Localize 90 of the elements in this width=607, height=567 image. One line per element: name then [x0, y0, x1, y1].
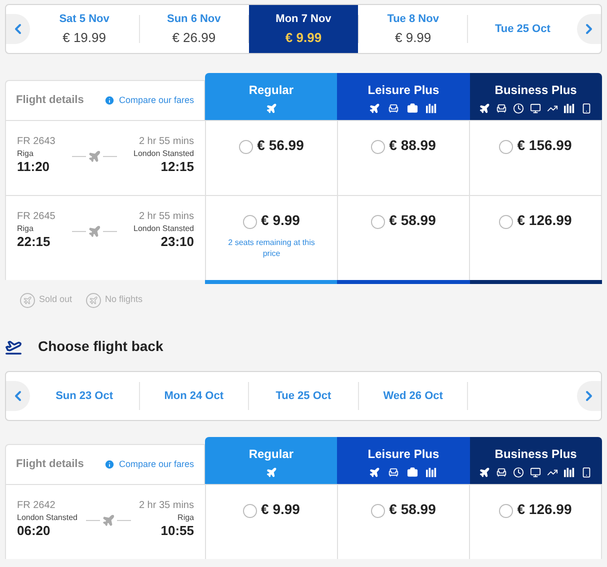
chart-icon: [547, 103, 558, 114]
flight-duration: 2 hr 55 mins: [138, 212, 194, 222]
departure-time: 06:20: [17, 524, 52, 537]
fare-name: Regular: [248, 446, 294, 463]
radio-button[interactable]: [243, 215, 258, 229]
clock-icon: [513, 467, 524, 478]
fare-name: Leisure Plus: [368, 446, 440, 463]
date-tab[interactable]: Wed 26 Oct: [358, 372, 468, 420]
clock-icon: [513, 103, 524, 114]
briefcase-icon: [407, 467, 418, 478]
plane-icon: [88, 225, 101, 238]
section-heading: Choose flight back: [38, 336, 164, 356]
plane-icon: [369, 467, 380, 478]
departure-time: 11:20: [17, 160, 51, 173]
radio-button[interactable]: [371, 140, 386, 154]
info-icon: [104, 95, 115, 106]
chart-icon: [547, 467, 558, 478]
arrival-time: 12:15: [160, 160, 194, 173]
fare-option[interactable]: € 58.99: [371, 210, 436, 231]
origin-city: Riga: [17, 150, 34, 158]
date-tab[interactable]: Mon 24 Oct: [140, 372, 248, 420]
plane-icon: [88, 150, 101, 163]
radio-button[interactable]: [371, 504, 386, 518]
plane-icon: [102, 514, 115, 527]
no-flights-icon: [86, 292, 102, 308]
monitor-icon: [530, 103, 542, 114]
destination-city: Riga: [178, 514, 194, 522]
seat-icon: [496, 103, 508, 114]
fare-name: Business Plus: [494, 446, 577, 463]
date-tab[interactable]: Sat 5 Nov € 19.99: [30, 5, 139, 53]
flight-number: FR 2642: [17, 501, 56, 511]
plane-icon: [369, 103, 380, 114]
arrival-time: 23:10: [160, 235, 194, 248]
origin-city: London Stansted: [17, 514, 78, 522]
fare-option[interactable]: € 126.99: [499, 499, 572, 520]
radio-button[interactable]: [499, 140, 514, 154]
destination-city: London Stansted: [134, 225, 194, 233]
date-tab[interactable]: Tue 8 Nov € 9.99: [358, 5, 468, 53]
flight-duration: 2 hr 55 mins: [138, 137, 194, 147]
seat-icon: [496, 467, 508, 478]
radio-button[interactable]: [371, 215, 386, 229]
flight-number: FR 2643: [17, 137, 56, 147]
next-button[interactable]: [577, 14, 601, 44]
fare-option[interactable]: € 9.99: [243, 499, 300, 520]
flight-details-label: Flight details: [16, 93, 84, 108]
previous-button[interactable]: [6, 381, 30, 411]
fare-name: Regular: [248, 82, 294, 99]
plane-icon: [479, 103, 490, 114]
radio-button[interactable]: [243, 504, 258, 518]
fare-option[interactable]: € 126.99: [499, 210, 572, 231]
radio-button[interactable]: [499, 215, 514, 229]
fare-option[interactable]: € 9.99: [243, 210, 300, 231]
departure-time: 22:15: [17, 235, 52, 248]
fare-option[interactable]: € 88.99: [371, 135, 436, 156]
origin-city: Riga: [17, 225, 34, 233]
fare-option[interactable]: € 58.99: [371, 499, 436, 520]
date-tab[interactable]: Tue 25 Oct: [468, 5, 577, 53]
compare-fares-link[interactable]: Compare our fares: [104, 458, 194, 472]
fare-option[interactable]: € 156.99: [499, 135, 572, 156]
sold-out-icon: [20, 292, 35, 308]
fare-option[interactable]: € 56.99: [239, 135, 304, 156]
plane-icon: [479, 467, 490, 478]
phone-icon: [581, 103, 592, 114]
flight-number: FR 2645: [17, 212, 56, 222]
arrival-time: 10:55: [160, 524, 194, 537]
flight-details-label: Flight details: [16, 457, 84, 472]
briefcase-icon: [407, 103, 418, 114]
legend-label: No flights: [105, 293, 143, 306]
date-tab[interactable]: Tue 25 Oct: [249, 372, 358, 420]
fare-name: Leisure Plus: [368, 82, 440, 99]
legend-label: Sold out: [39, 293, 72, 306]
info-icon: [104, 459, 115, 470]
previous-button[interactable]: [6, 14, 30, 44]
fare-name: Business Plus: [494, 82, 577, 99]
monitor-icon: [530, 467, 542, 478]
phone-icon: [581, 467, 592, 478]
date-tab[interactable]: Mon 7 Nov € 9.99: [249, 5, 358, 53]
date-tab[interactable]: Sun 23 Oct: [30, 372, 139, 420]
seats-remaining-note: 2 seats remaining at this price: [227, 237, 316, 259]
radio-button[interactable]: [499, 504, 514, 518]
plane-icon: [266, 103, 277, 114]
destination-city: London Stansted: [134, 150, 194, 158]
radio-button[interactable]: [239, 140, 254, 154]
flight-duration: 2 hr 35 mins: [138, 501, 194, 511]
date-tab[interactable]: Sun 6 Nov € 26.99: [140, 5, 248, 53]
compare-fares-link[interactable]: Compare our fares: [104, 94, 194, 108]
next-button[interactable]: [577, 381, 601, 411]
seat-icon: [388, 103, 400, 114]
seat-icon: [388, 467, 400, 478]
plane-icon: [266, 467, 277, 478]
